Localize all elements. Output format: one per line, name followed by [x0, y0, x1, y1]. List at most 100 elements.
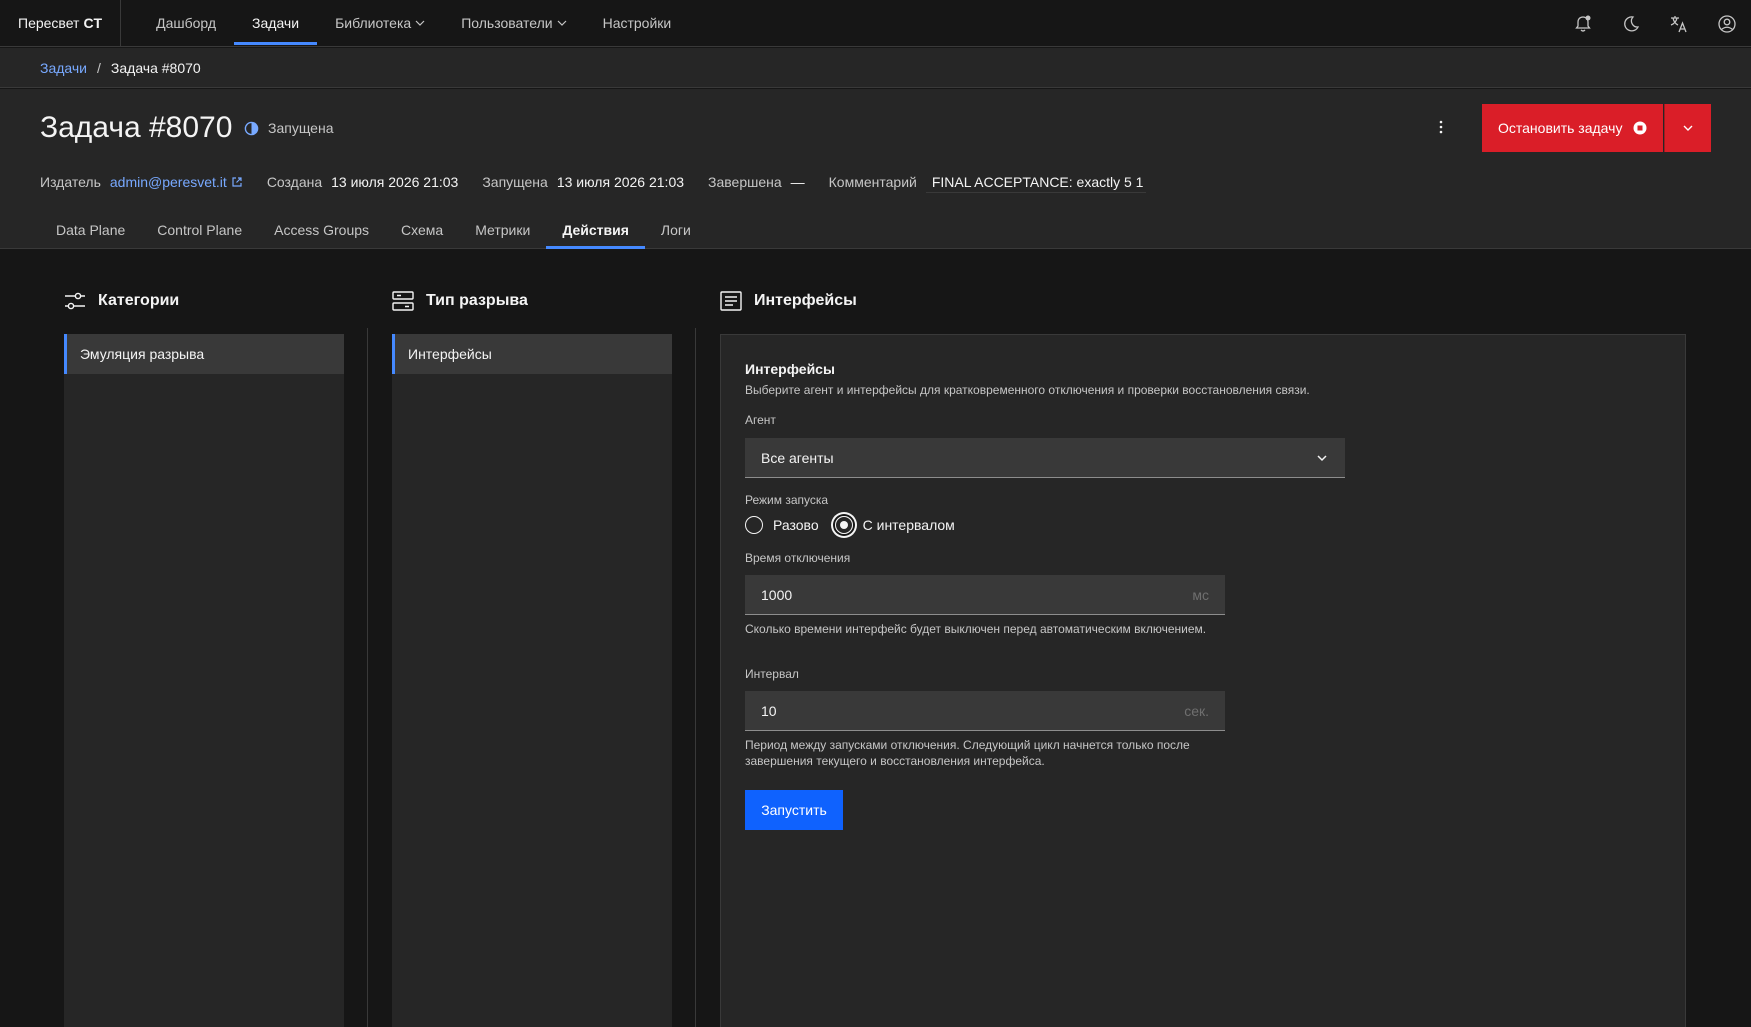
radio-once-label: Разово: [773, 517, 819, 533]
interval-input[interactable]: 10 сек.: [745, 691, 1225, 731]
external-link-icon[interactable]: [231, 176, 243, 188]
interval-value: 10: [761, 702, 777, 719]
downtime-value: 1000: [761, 586, 793, 603]
tab-schema[interactable]: Схема: [385, 211, 459, 249]
comment-label: Комментарий: [828, 174, 917, 190]
nav-item-label: Дашборд: [156, 15, 217, 31]
page-title: Задача #8070: [40, 111, 233, 144]
comment-field[interactable]: FINAL ACCEPTANCE: exactly 5 1: [925, 171, 1146, 193]
chevron-down-icon: [557, 20, 567, 26]
moon-icon[interactable]: [1607, 0, 1655, 47]
column-divider: [695, 328, 696, 1027]
breadcrumb: Задачи / Задача #8070: [0, 48, 1751, 88]
nav-actions: [1559, 0, 1751, 47]
tab-logs[interactable]: Логи: [645, 211, 707, 249]
radio-once[interactable]: Разово: [745, 516, 819, 534]
nav-item-label: Библиотека: [335, 15, 412, 31]
radio-circle: [745, 516, 763, 534]
task-meta: Издатель admin@peresvet.it Создана 13 ию…: [40, 171, 1146, 193]
downtime-input[interactable]: 1000 мс: [745, 575, 1225, 615]
sliders-icon: [65, 292, 85, 310]
agent-label: Агент: [745, 413, 776, 427]
tab-control-plane[interactable]: Control Plane: [141, 211, 258, 249]
radio-interval-label: С интервалом: [862, 517, 955, 533]
nav-menu: Дашборд Задачи Библиотека Пользователи Н…: [138, 0, 689, 47]
form-title: Интерфейсы: [745, 361, 835, 377]
started-label: Запущена: [482, 174, 548, 190]
launch-mode-label: Режим запуска: [745, 493, 829, 507]
downtime-unit: мс: [1192, 587, 1209, 603]
downtime-helper: Сколько времени интерфейс будет выключен…: [745, 622, 1207, 636]
categories-title: Категории: [98, 292, 180, 309]
notification-icon[interactable]: [1559, 0, 1607, 47]
stop-task-label: Остановить задачу: [1498, 120, 1623, 136]
task-tabs: Data Plane Control Plane Access Groups С…: [40, 211, 707, 249]
break-type-icon: [392, 291, 414, 311]
stop-task-dropdown[interactable]: [1664, 104, 1711, 152]
category-item-break-emulation[interactable]: Эмуляция разрыва: [64, 334, 344, 374]
breadcrumb-separator: /: [97, 59, 101, 76]
nav-item-dashboard[interactable]: Дашборд: [138, 0, 234, 47]
agent-select-value: Все агенты: [761, 449, 834, 466]
created-value: 13 июля 2026 21:03: [331, 174, 459, 190]
nav-item-label: Задачи: [252, 15, 300, 31]
interval-unit: сек.: [1184, 703, 1209, 719]
brand-logo[interactable]: Пересвет CT: [0, 0, 122, 47]
column-divider: [367, 328, 368, 1027]
translate-icon[interactable]: [1655, 0, 1703, 47]
nav-item-tasks[interactable]: Задачи: [234, 0, 318, 47]
status-text: Запущена: [268, 120, 334, 136]
downtime-label: Время отключения: [745, 551, 851, 565]
chevron-down-icon: [415, 20, 425, 26]
launch-mode-radio-group: Разово С интервалом: [745, 516, 971, 534]
status-badge: Запущена: [244, 120, 334, 136]
finished-label: Завершена: [708, 174, 782, 190]
nav-item-settings[interactable]: Настройки: [585, 0, 690, 47]
stop-task-button[interactable]: Остановить задачу: [1482, 104, 1663, 152]
interval-label: Интервал: [745, 667, 799, 681]
publisher-label: Издатель: [40, 174, 101, 190]
break-type-header: Тип разрыва: [392, 291, 528, 311]
in-progress-icon: [244, 121, 259, 135]
created-label: Создана: [266, 174, 323, 190]
break-type-title: Тип разрыва: [426, 292, 528, 309]
user-avatar-icon[interactable]: [1703, 0, 1751, 47]
publisher-link[interactable]: admin@peresvet.it: [110, 174, 227, 190]
nav-item-users[interactable]: Пользователи: [443, 0, 584, 47]
tab-access-groups[interactable]: Access Groups: [258, 211, 385, 249]
nav-item-label: Настройки: [602, 15, 672, 31]
category-item-label: Эмуляция разрыва: [80, 346, 205, 362]
brand-prefix: Пересвет: [18, 15, 80, 31]
interfaces-form: Интерфейсы Выберите агент и интерфейсы д…: [720, 334, 1686, 1027]
breadcrumb-current: Задача #8070: [110, 59, 201, 76]
task-header: Задача #8070 Запущена Остановить задачу …: [0, 89, 1751, 249]
document-list-icon: [720, 291, 742, 311]
categories-header: Категории: [64, 291, 179, 311]
started-value: 13 июля 2026 21:03: [556, 174, 685, 190]
finished-value: —: [790, 174, 805, 190]
tab-data-plane[interactable]: Data Plane: [40, 211, 141, 249]
tab-metrics[interactable]: Метрики: [459, 211, 546, 249]
run-button[interactable]: Запустить: [745, 790, 843, 830]
overflow-menu-icon[interactable]: [1424, 103, 1458, 151]
stop-icon: [1633, 121, 1647, 135]
interfaces-header: Интерфейсы: [720, 291, 857, 311]
chevron-down-icon: [1683, 125, 1693, 131]
breadcrumb-link-tasks[interactable]: Задачи: [40, 60, 87, 76]
agent-select[interactable]: Все агенты: [745, 438, 1345, 478]
brand-suffix: CT: [83, 15, 103, 31]
radio-interval[interactable]: С интервалом: [834, 516, 955, 534]
top-navigation: Пересвет CT Дашборд Задачи Библиотека По…: [0, 0, 1751, 47]
break-type-item-label: Интерфейсы: [408, 346, 492, 362]
break-type-item-interfaces[interactable]: Интерфейсы: [392, 334, 672, 374]
interval-helper: Период между запусками отключения. Следу…: [745, 738, 1190, 768]
radio-circle: [834, 516, 853, 534]
chevron-down-icon: [1317, 455, 1327, 462]
tab-actions[interactable]: Действия: [546, 211, 645, 249]
actions-content: Категории Эмуляция разрыва Тип разрыва И…: [0, 249, 1751, 1027]
form-description: Выберите агент и интерфейсы для кратковр…: [745, 383, 1310, 397]
categories-panel: Эмуляция разрыва: [64, 334, 344, 1027]
interfaces-title: Интерфейсы: [754, 292, 857, 309]
nav-item-library[interactable]: Библиотека: [317, 0, 443, 47]
break-type-panel: Интерфейсы: [392, 334, 672, 1027]
